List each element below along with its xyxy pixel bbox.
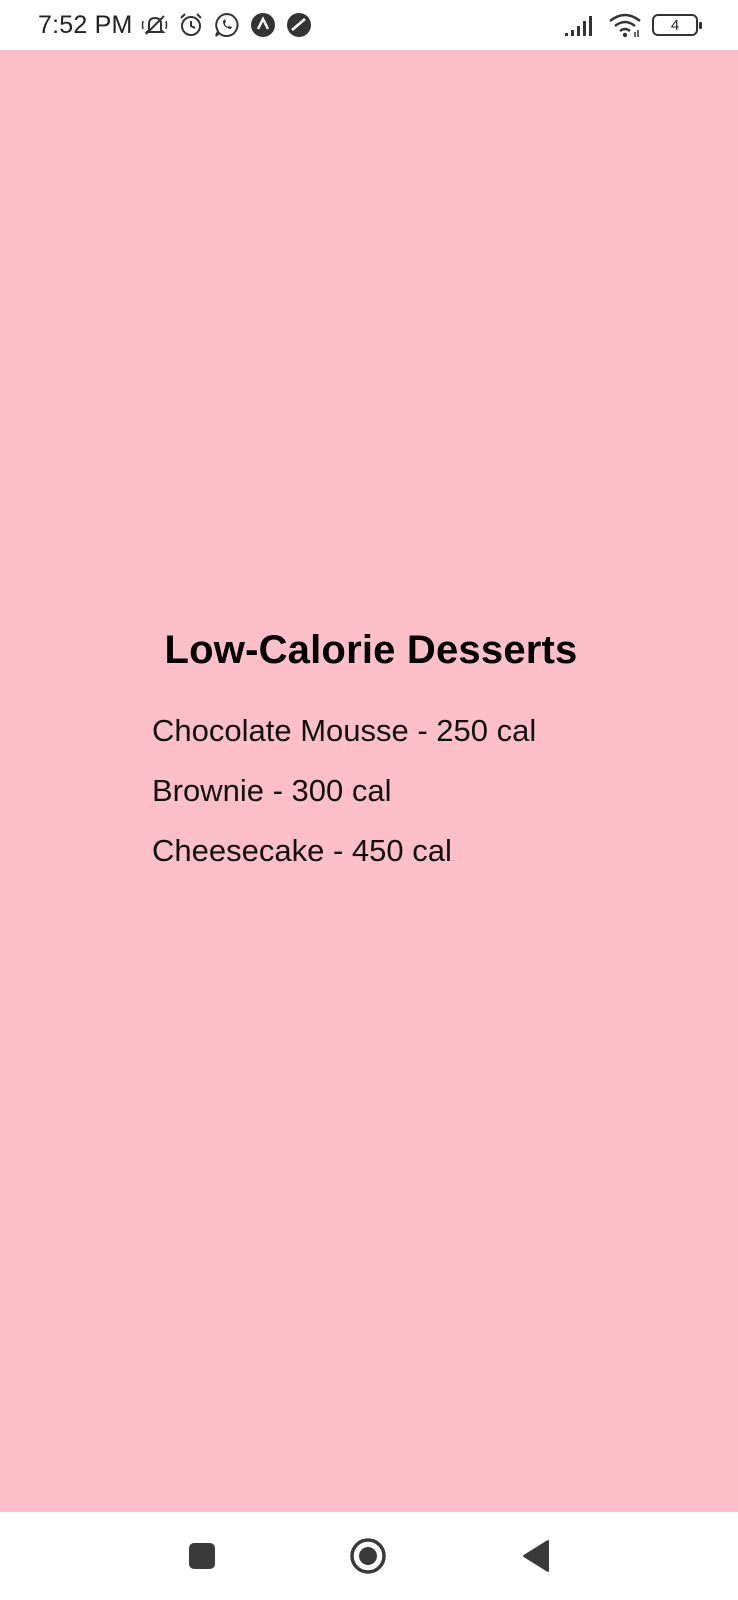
navigation-bar: [0, 1512, 738, 1600]
home-circle-icon: [350, 1538, 386, 1574]
mute-icon: [141, 11, 169, 39]
status-time: 7:52 PM: [38, 10, 133, 39]
back-triangle-icon: [523, 1540, 549, 1572]
status-right: 4: [564, 11, 702, 39]
wifi-icon: [608, 11, 642, 39]
app-content-area: Low-Calorie Desserts Chocolate Mousse - …: [0, 50, 738, 1512]
signal-icon: [564, 11, 598, 39]
page-title: Low-Calorie Desserts: [164, 628, 578, 672]
home-button[interactable]: [346, 1534, 390, 1578]
list-item: Brownie - 300 cal: [152, 773, 392, 808]
recent-apps-button[interactable]: [180, 1534, 224, 1578]
list-item: Cheesecake - 450 cal: [152, 833, 452, 868]
app-a-icon: [249, 11, 277, 39]
dessert-list-container: Low-Calorie Desserts Chocolate Mousse - …: [0, 628, 738, 881]
alarm-icon: [177, 11, 205, 39]
back-button[interactable]: [514, 1534, 558, 1578]
whatsapp-icon: [213, 11, 241, 39]
dessert-list: Chocolate Mousse - 250 cal Brownie - 300…: [152, 701, 592, 881]
square-icon: [189, 1543, 215, 1569]
battery-level: 4: [670, 16, 680, 34]
circle-app-icon: [285, 11, 313, 39]
status-left: 7:52 PM: [38, 11, 313, 40]
phone-screen: 7:52 PM 4 Low-Calorie Desserts Chocolate…: [0, 0, 738, 1600]
battery-icon: 4: [652, 14, 702, 36]
status-bar: 7:52 PM 4: [0, 0, 738, 50]
list-item: Chocolate Mousse - 250 cal: [152, 713, 537, 748]
